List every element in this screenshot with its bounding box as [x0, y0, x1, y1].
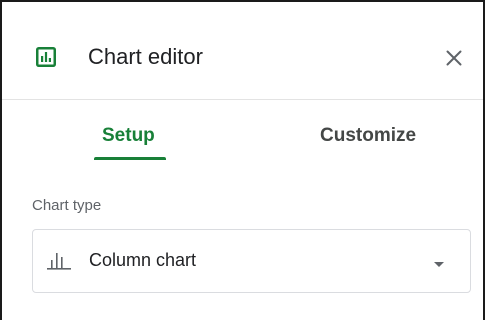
panel-header: Chart editor: [2, 2, 483, 100]
chart-type-label: Chart type: [32, 197, 102, 214]
tab-setup[interactable]: Setup: [102, 124, 155, 148]
page-title: Chart editor: [88, 44, 203, 69]
tab-customize[interactable]: Customize: [320, 124, 416, 148]
bar-chart-icon: [36, 47, 56, 67]
chart-type-dropdown[interactable]: Column chart: [32, 229, 471, 293]
column-chart-icon: [47, 250, 71, 270]
chart-type-value: Column chart: [89, 250, 197, 270]
dropdown-arrow-icon: [433, 256, 445, 267]
close-button[interactable]: [442, 46, 466, 70]
chart-editor-panel: Chart editor Setup Customize Chart type …: [0, 0, 485, 320]
tab-bar: Setup Customize: [2, 100, 483, 162]
close-icon: [446, 50, 462, 66]
active-tab-indicator: [94, 157, 166, 160]
